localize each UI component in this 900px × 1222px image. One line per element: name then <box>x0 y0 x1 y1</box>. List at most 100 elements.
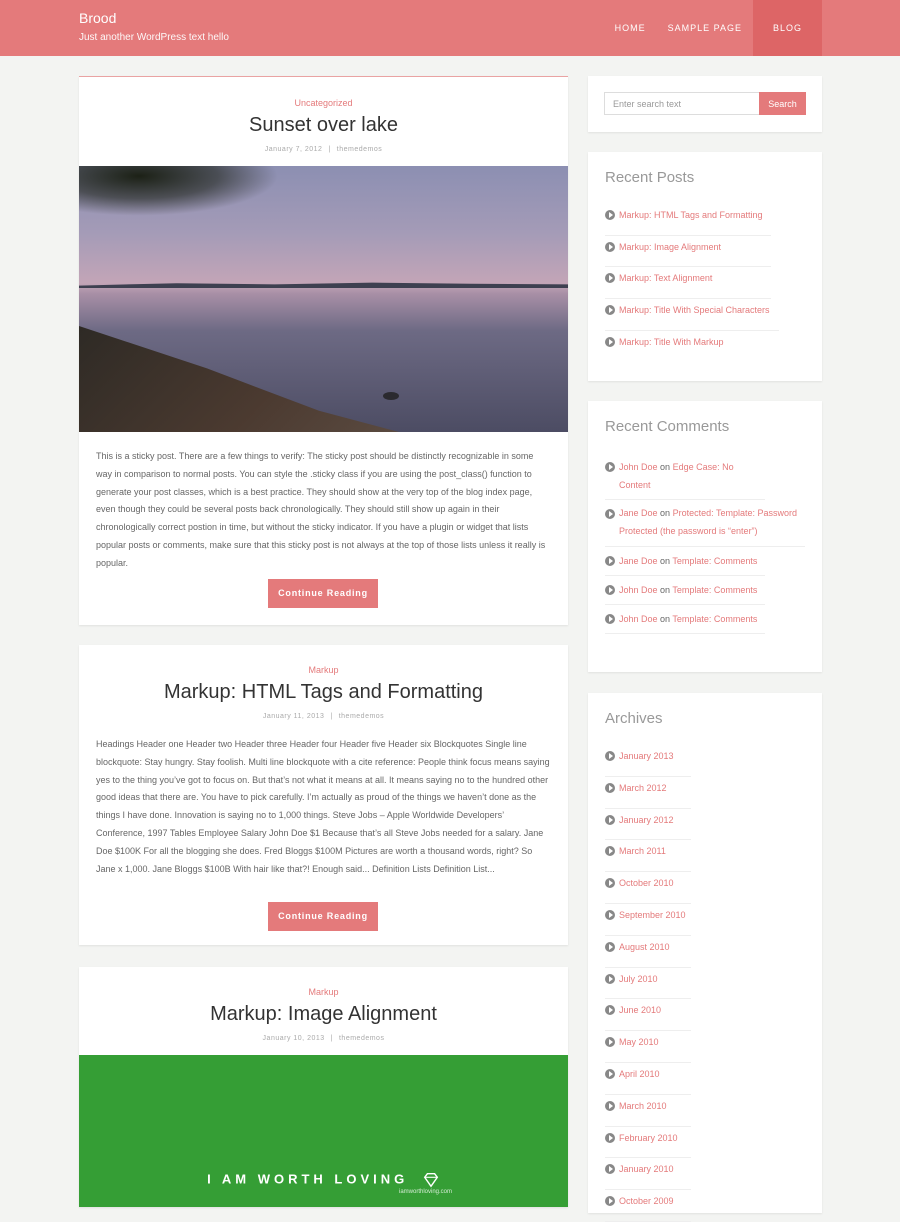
archive-link[interactable]: October 2010 <box>619 878 674 888</box>
recent-post-item[interactable]: Markup: Image Alignment <box>605 236 771 268</box>
arrow-circle-icon <box>605 555 615 566</box>
recent-post-item[interactable]: Markup: HTML Tags and Formatting <box>605 204 771 236</box>
post-featured-image[interactable] <box>79 166 568 432</box>
archive-item[interactable]: October 2010 <box>605 872 691 904</box>
nav-blog[interactable]: BLOG <box>752 0 822 56</box>
arrow-circle-icon <box>605 210 615 220</box>
archive-item[interactable]: October 2009 <box>605 1190 691 1222</box>
post-featured-image[interactable]: I AM WORTH LOVING iamworthloving.com <box>79 1055 568 1207</box>
arrow-circle-icon <box>605 941 615 952</box>
recent-post-link[interactable]: Markup: Title With Markup <box>619 337 724 347</box>
archive-item[interactable]: July 2010 <box>605 968 691 1000</box>
archive-item[interactable]: August 2010 <box>605 936 691 968</box>
post-category[interactable]: Markup <box>79 665 568 675</box>
search-input[interactable] <box>604 92 760 115</box>
arrow-circle-icon <box>605 273 615 284</box>
archive-item[interactable]: January 2010 <box>605 1158 691 1191</box>
post-card: Uncategorized Sunset over lake January 7… <box>79 76 568 625</box>
archive-item[interactable]: September 2010 <box>605 904 691 936</box>
archive-item[interactable]: January 2013 <box>605 745 691 777</box>
archive-link[interactable]: March 2010 <box>619 1101 667 1111</box>
recent-post-link[interactable]: Markup: Image Alignment <box>619 242 721 252</box>
arrow-circle-icon <box>605 305 615 316</box>
archive-item[interactable]: May 2010 <box>605 1031 691 1063</box>
archive-link[interactable]: January 2010 <box>619 1164 674 1174</box>
post-title[interactable]: Markup: HTML Tags and Formatting <box>79 680 568 704</box>
archive-item[interactable]: March 2010 <box>605 1095 691 1127</box>
recent-post-link[interactable]: Markup: Text Alignment <box>619 273 712 283</box>
far-shore <box>79 282 568 288</box>
archive-item[interactable]: June 2010 <box>605 999 691 1032</box>
archive-link[interactable]: February 2010 <box>619 1133 678 1143</box>
post-author[interactable]: themedemos <box>337 146 382 153</box>
recent-post-item[interactable]: Markup: Title With Markup <box>605 331 771 363</box>
arrow-circle-icon <box>605 1164 615 1175</box>
widget-title: Recent Comments <box>605 418 730 435</box>
nav-sample-page[interactable]: SAMPLE PAGE <box>657 0 753 56</box>
post-date[interactable]: January 7, 2012 <box>265 146 323 153</box>
archive-item[interactable]: March 2011 <box>605 840 691 873</box>
recent-post-item[interactable]: Markup: Title With Special Characters <box>605 299 779 331</box>
post-title[interactable]: Markup: Image Alignment <box>79 1002 568 1026</box>
comment-author[interactable]: John Doe <box>619 462 658 472</box>
archive-link[interactable]: July 2010 <box>619 974 658 984</box>
post-title[interactable]: Sunset over lake <box>79 113 568 137</box>
post-date[interactable]: January 10, 2013 <box>263 1035 325 1042</box>
comment-item: John Doe on Edge Case: No Content <box>605 453 765 500</box>
arrow-circle-icon <box>605 1068 615 1079</box>
comment-author[interactable]: Jane Doe <box>619 556 658 566</box>
widget-title: Archives <box>605 710 663 727</box>
arrow-circle-icon <box>605 584 615 595</box>
diamond-icon <box>423 1172 439 1188</box>
arrow-circle-icon <box>605 613 615 624</box>
recent-post-link[interactable]: Markup: HTML Tags and Formatting <box>619 210 763 220</box>
arrow-circle-icon <box>605 846 615 857</box>
search-button[interactable]: Search <box>759 92 806 115</box>
archive-link[interactable]: January 2013 <box>619 751 674 761</box>
comment-post-link[interactable]: Template: Comments <box>672 585 757 595</box>
archive-link[interactable]: March 2012 <box>619 783 667 793</box>
rock <box>383 392 399 400</box>
comment-author[interactable]: John Doe <box>619 585 658 595</box>
archive-link[interactable]: January 2012 <box>619 815 674 825</box>
archive-link[interactable]: September 2010 <box>619 910 686 920</box>
meta-separator: | <box>330 713 333 720</box>
post-date[interactable]: January 11, 2013 <box>263 713 325 720</box>
meta-separator: | <box>330 1035 333 1042</box>
comment-author[interactable]: John Doe <box>619 614 658 624</box>
archive-link[interactable]: August 2010 <box>619 942 670 952</box>
archive-link[interactable]: May 2010 <box>619 1037 659 1047</box>
archive-item[interactable]: January 2012 <box>605 809 691 841</box>
comment-on: on <box>660 584 671 595</box>
recent-post-link[interactable]: Markup: Title With Special Characters <box>619 305 770 315</box>
archive-item[interactable]: February 2010 <box>605 1127 691 1159</box>
recent-comments-list: John Doe on Edge Case: No Content Jane D… <box>605 453 805 634</box>
comment-author[interactable]: Jane Doe <box>619 508 658 518</box>
post-excerpt: This is a sticky post. There are a few t… <box>96 451 546 568</box>
site-branding: Brood Just another WordPress text hello <box>79 10 229 43</box>
post-card: Markup Markup: Image Alignment January 1… <box>79 967 568 1207</box>
archive-link[interactable]: October 2009 <box>619 1196 674 1206</box>
comment-post-link[interactable]: Template: Comments <box>672 614 757 624</box>
image-headline: I AM WORTH LOVING <box>79 1171 568 1189</box>
post-category[interactable]: Uncategorized <box>79 98 568 108</box>
archive-item[interactable]: March 2012 <box>605 777 691 809</box>
post-category[interactable]: Markup <box>79 987 568 997</box>
post-excerpt: Headings Header one Header two Header th… <box>96 739 550 874</box>
continue-reading-button[interactable]: Continue Reading <box>268 902 378 931</box>
archive-link[interactable]: April 2010 <box>619 1069 660 1079</box>
nav-home[interactable]: HOME <box>604 0 657 56</box>
site-title[interactable]: Brood <box>79 10 229 26</box>
post-author[interactable]: themedemos <box>339 713 384 720</box>
recent-post-item[interactable]: Markup: Text Alignment <box>605 267 771 300</box>
comment-item: Jane Doe on Protected: Template: Passwor… <box>605 500 805 547</box>
archive-item[interactable]: April 2010 <box>605 1063 691 1095</box>
recent-comments-widget: Recent Comments John Doe on Edge Case: N… <box>588 401 822 672</box>
comment-item: John Doe on Template: Comments <box>605 576 765 605</box>
archive-link[interactable]: March 2011 <box>619 846 666 856</box>
archive-link[interactable]: June 2010 <box>619 1005 661 1015</box>
comment-on: on <box>660 613 671 624</box>
continue-reading-button[interactable]: Continue Reading <box>268 579 378 608</box>
post-author[interactable]: themedemos <box>339 1035 384 1042</box>
comment-post-link[interactable]: Template: Comments <box>672 556 757 566</box>
